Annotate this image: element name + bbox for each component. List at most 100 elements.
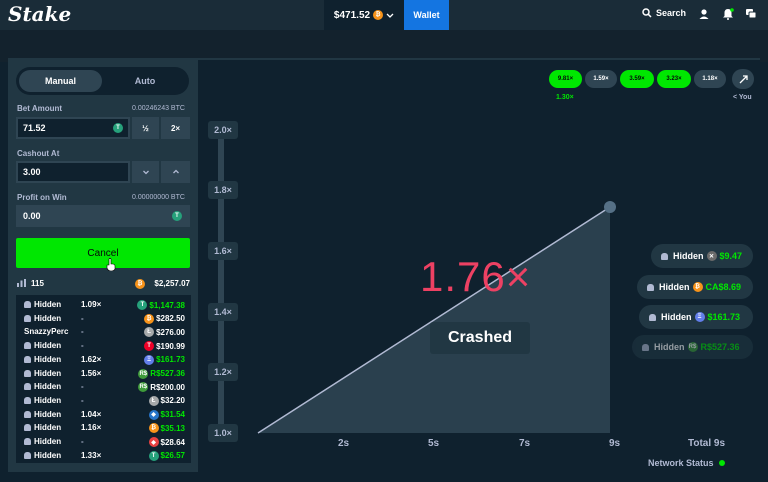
balance-selector[interactable]: $471.52 ₿: [324, 0, 404, 30]
player-name-cell: Hidden: [24, 369, 61, 378]
player-multiplier: 1.33×: [81, 450, 102, 460]
player-amount-cell: ◆ $28.64: [148, 437, 185, 447]
currency-icon: ₿: [144, 313, 155, 324]
notification-bell-icon[interactable]: [722, 8, 734, 20]
hidden-user-icon: [24, 369, 31, 377]
cashout-pill: Hidden ₿ CA$8.69: [637, 275, 753, 299]
player-amount: $1,147.38: [149, 300, 185, 310]
player-multiplier: 1.62×: [81, 354, 102, 364]
history-chip[interactable]: 3.59×: [620, 70, 654, 88]
currency-icon: T: [148, 450, 159, 461]
player-amount-cell: R$ R$200.00: [138, 382, 185, 393]
player-row: SnazzyPerc - Ł $276.00: [16, 325, 191, 339]
hidden-user-icon: [24, 396, 31, 404]
network-status[interactable]: Network Status: [648, 458, 725, 468]
player-name-cell: Hidden: [24, 300, 61, 309]
x-axis-label: 2s: [338, 438, 350, 449]
player-amount: R$527.36: [150, 369, 185, 378]
currency-icon: ✕: [706, 251, 717, 261]
player-amount-cell: T $190.99: [144, 341, 185, 352]
x-axis-label: 9s: [609, 438, 621, 449]
chevron-down-icon: [386, 13, 394, 18]
player-name-cell: SnazzyPerc: [24, 327, 68, 336]
player-multiplier: -: [81, 382, 84, 392]
total-bet-amount: $2,257.07: [154, 279, 190, 288]
half-button[interactable]: ½: [132, 117, 159, 139]
player-multiplier: -: [81, 327, 84, 337]
player-multiplier: 1.09×: [81, 300, 102, 309]
cancel-button[interactable]: Cancel: [16, 238, 190, 268]
balance-amount: $471.52: [333, 9, 371, 21]
currency-icon: ◆: [148, 409, 159, 420]
double-button[interactable]: 2×: [161, 117, 190, 139]
player-name: Hidden: [34, 354, 62, 364]
chat-icon[interactable]: [745, 8, 757, 20]
players-list: Hidden 1.09× T $1,147.38 Hidden - ₿ $282.50 Snaz…: [16, 295, 191, 463]
player-row: Hidden 1.16× ₿ $35.13: [16, 421, 191, 435]
player-row: Hidden 1.33× T $26.57: [16, 449, 191, 463]
user-icon[interactable]: [698, 8, 710, 20]
player-name-cell: Hidden: [24, 382, 61, 391]
currency-icon: R$: [138, 368, 149, 379]
player-amount-cell: Ł $276.00: [144, 327, 185, 338]
cashout-decrease-button[interactable]: [132, 161, 159, 183]
profit-btc: 0.00000000 BTC: [132, 194, 185, 201]
history-chip[interactable]: 1.59×: [585, 70, 617, 88]
player-row: Hidden 1.04× ◆ $31.54: [16, 408, 191, 422]
tether-icon: T: [113, 123, 123, 133]
profit-field: 0.00 T: [16, 205, 190, 227]
cashout-pill: Hidden Ξ $161.73: [639, 305, 753, 329]
player-multiplier: -: [81, 341, 84, 351]
hidden-user-icon: [649, 313, 656, 321]
bet-amount-input[interactable]: 71.52 T: [16, 117, 130, 139]
player-amount-cell: ₿ $282.50: [144, 313, 185, 324]
history-chip[interactable]: 3.23×: [657, 70, 691, 88]
currency-icon: ◆: [148, 437, 159, 447]
player-name-cell: Hidden: [24, 355, 61, 364]
y-axis-label: 1.4×: [208, 303, 238, 321]
history-chip[interactable]: 1.18×: [694, 70, 726, 88]
hidden-user-icon: [24, 424, 31, 432]
search-label: Search: [656, 8, 687, 18]
player-name: SnazzyPerc: [24, 327, 69, 337]
profit-value: 0.00: [23, 211, 41, 221]
hidden-user-icon: [24, 438, 31, 445]
cashout-name: Hidden: [673, 251, 704, 261]
player-name-cell: Hidden: [24, 410, 61, 419]
y-axis-label: 2.0×: [208, 121, 238, 139]
cashout-value: 3.00: [23, 167, 41, 177]
tab-manual[interactable]: Manual: [19, 70, 102, 92]
cashout-pill: Hidden R$ R$527.36: [632, 335, 753, 359]
player-name: Hidden: [34, 313, 62, 323]
player-amount: $28.64: [160, 437, 185, 447]
hidden-user-icon: [24, 301, 31, 308]
cashout-pill: Hidden ✕ $9.47: [651, 244, 753, 268]
stake-logo[interactable]: Stake: [8, 2, 71, 26]
player-name: Hidden: [34, 450, 62, 460]
cashout-amount: CA$8.69: [705, 282, 742, 292]
player-amount: $276.00: [156, 327, 185, 337]
bitcoin-icon: ₿: [135, 279, 145, 289]
search-button[interactable]: Search: [642, 8, 686, 18]
x-axis-label: 5s: [428, 438, 440, 449]
wallet-button[interactable]: Wallet: [404, 0, 449, 30]
currency-icon: T: [137, 300, 148, 310]
tab-auto[interactable]: Auto: [104, 70, 186, 92]
cashout-input[interactable]: 3.00: [16, 161, 130, 183]
currency-icon: ₿: [692, 282, 703, 292]
history-chip[interactable]: 9.81×: [549, 70, 582, 88]
player-name: Hidden: [34, 395, 62, 405]
stats-button[interactable]: [732, 69, 754, 89]
player-row: Hidden 1.62× Ξ $161.73: [16, 353, 191, 367]
player-name-cell: Hidden: [24, 341, 61, 350]
player-name-cell: Hidden: [24, 437, 61, 446]
currency-icon: ₿: [148, 423, 159, 434]
player-amount: $26.57: [160, 451, 185, 461]
bar-chart-icon: [17, 279, 26, 287]
player-amount: $31.54: [160, 410, 185, 420]
player-multiplier: 1.04×: [81, 409, 102, 419]
player-name: Hidden: [34, 368, 62, 378]
bet-amount-btc: 0.00246243 BTC: [132, 105, 185, 112]
cashout-amount: R$527.36: [700, 342, 740, 352]
cashout-increase-button[interactable]: [161, 161, 190, 183]
